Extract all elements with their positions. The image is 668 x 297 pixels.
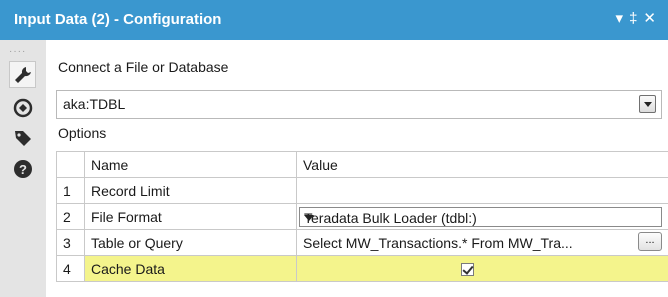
navigate-icon[interactable] — [11, 96, 35, 120]
table-row[interactable]: 2 File Format Teradata Bulk Loader (tdbl… — [56, 203, 668, 230]
chevron-down-icon — [304, 214, 314, 221]
option-name: File Format — [84, 203, 297, 230]
row-number: 4 — [56, 255, 85, 282]
table-row[interactable]: 1 Record Limit — [56, 177, 668, 204]
connect-label: Connect a File or Database — [58, 59, 229, 75]
header-rownum — [56, 151, 85, 178]
table-row[interactable]: 3 Table or Query Select MW_Transactions.… — [56, 229, 668, 256]
chevron-down-icon — [644, 102, 652, 107]
file-format-value: Teradata Bulk Loader (tdbl:) — [304, 209, 477, 226]
connection-combo[interactable]: aka:TDBL — [56, 90, 662, 119]
table-header-row: Name Value — [56, 151, 668, 178]
wrench-icon[interactable] — [9, 61, 36, 88]
grip-icon: ···· — [9, 46, 27, 57]
option-name: Table or Query — [84, 229, 297, 256]
cache-data-cell — [296, 255, 668, 282]
row-number: 2 — [56, 203, 85, 230]
tag-icon[interactable] — [11, 126, 35, 150]
cache-data-checkbox[interactable] — [461, 263, 474, 277]
row-number: 1 — [56, 177, 85, 204]
help-icon[interactable]: ? — [11, 157, 35, 181]
connection-value[interactable]: aka:TDBL — [63, 96, 125, 112]
pin-icon[interactable]: ‡ — [629, 10, 643, 27]
record-limit-input[interactable] — [296, 177, 668, 204]
option-name: Cache Data — [84, 255, 297, 282]
window-controls: ▾‡✕ — [616, 9, 662, 27]
options-label: Options — [58, 125, 107, 141]
table-query-value[interactable]: Select MW_Transactions.* From MW_Tra... — [303, 235, 573, 251]
option-name: Record Limit — [84, 177, 297, 204]
dropdown-menu-icon[interactable]: ▾ — [616, 10, 630, 27]
options-table: Name Value 1 Record Limit 2 File Format … — [56, 151, 668, 282]
table-row[interactable]: 4 Cache Data — [56, 255, 668, 282]
tool-sidebar: ···· ? — [0, 40, 46, 297]
browse-button[interactable]: ... — [638, 232, 662, 251]
file-format-cell: Teradata Bulk Loader (tdbl:) — [296, 203, 668, 230]
connection-dropdown-button[interactable] — [639, 95, 656, 113]
row-number: 3 — [56, 229, 85, 256]
file-format-select[interactable]: Teradata Bulk Loader (tdbl:) — [299, 206, 662, 227]
header-value: Value — [296, 151, 668, 178]
close-icon[interactable]: ✕ — [643, 10, 662, 27]
table-query-cell: Select MW_Transactions.* From MW_Tra... … — [296, 229, 668, 256]
window-title: Input Data (2) - Configuration — [14, 11, 222, 28]
header-name: Name — [84, 151, 297, 178]
title-bar: Input Data (2) - Configuration ▾‡✕ — [0, 0, 668, 40]
svg-text:?: ? — [19, 162, 27, 177]
configuration-panel: Connect a File or Database aka:TDBL Opti… — [46, 40, 668, 297]
